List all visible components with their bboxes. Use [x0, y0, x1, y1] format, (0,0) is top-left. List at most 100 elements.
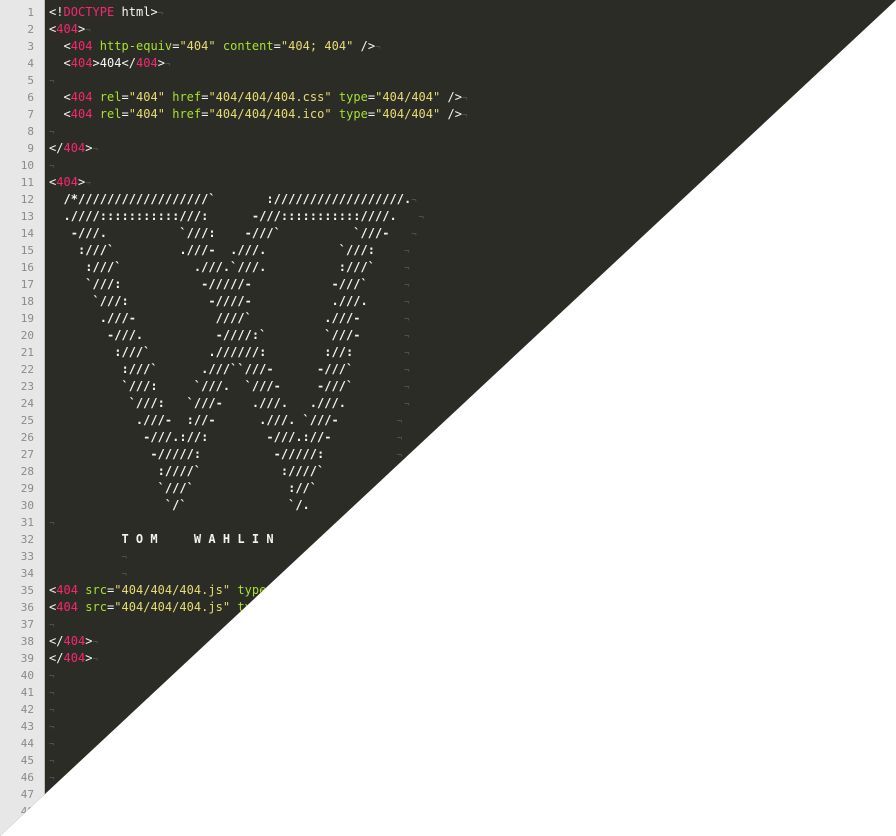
line-number: 43	[20, 720, 34, 733]
code-line[interactable]: ¬	[49, 701, 54, 718]
code-line[interactable]: <404 rel="404" href="404/404/404.css" ty…	[49, 89, 468, 106]
code-token: 404	[70, 56, 93, 70]
code-token: src	[77, 600, 107, 614]
line-number: 38	[20, 635, 34, 648]
code-line[interactable]: ¬	[49, 514, 54, 531]
code-token: content	[215, 39, 274, 53]
line-number: 29	[20, 482, 34, 495]
code-token: </	[49, 651, 64, 665]
code-line[interactable]: `///: -////- .///. ¬	[49, 293, 409, 310]
code-token: DOCTYPE	[63, 5, 115, 19]
code-line[interactable]: </404>¬	[49, 650, 98, 667]
code-line[interactable]: `/` `/. ¬	[49, 497, 388, 514]
code-line[interactable]: :///` .///.`///. :///` ¬	[49, 259, 409, 276]
code-line[interactable]: <!DOCTYPE html>¬	[49, 4, 163, 21]
code-line[interactable]: ¬	[49, 548, 127, 565]
code-line[interactable]: ¬	[49, 123, 54, 140]
code-line[interactable]: </404>¬	[49, 633, 98, 650]
end-of-line-marker: ¬	[404, 264, 410, 274]
code-line[interactable]: .////:::::::::::///: -///:::::::::::////…	[49, 208, 424, 225]
code-line[interactable]: <404>¬	[49, 174, 91, 191]
code-line[interactable]: ¬	[49, 752, 54, 769]
code-line[interactable]: </404>¬	[49, 140, 98, 157]
code-line[interactable]: ¬	[49, 786, 54, 803]
code-line[interactable]: `///: -/////- -///` ¬	[49, 276, 409, 293]
code-token: =	[367, 107, 376, 121]
line-number: 19	[20, 312, 34, 325]
code-line[interactable]: -/////: -/////: ¬	[49, 446, 402, 463]
code-line[interactable]: :///` .//////: ://: ¬	[49, 344, 409, 361]
line-number: 25	[20, 414, 34, 427]
code-line[interactable]: :///` .///``///- -///` ¬	[49, 361, 409, 378]
code-line[interactable]: -///.://: -///.://- ¬	[49, 429, 402, 446]
code-token: "404"	[179, 39, 216, 53]
line-number: 4	[27, 57, 34, 70]
end-of-line-marker: ¬	[49, 77, 55, 87]
line-number: 44	[20, 737, 34, 750]
code-line[interactable]: -///. -////:` `///- ¬	[49, 327, 409, 344]
code-line[interactable]: ¬	[49, 616, 54, 633]
code-line[interactable]: :///` .///- .///. `///: ¬	[49, 242, 409, 259]
code-line[interactable]: `///: `///. `///- -///` ¬	[49, 378, 409, 395]
code-token: -///. `///: -///` `///-	[49, 226, 412, 240]
code-token: 404	[56, 175, 78, 189]
code-line[interactable]: ¬	[49, 735, 54, 752]
code-line[interactable]: <404>¬	[49, 21, 91, 38]
code-line[interactable]: `///: `///- .///. .///. ¬	[49, 395, 410, 412]
code-line[interactable]: <404 src="404/404/404.js" type="404/404"…	[49, 582, 395, 599]
code-editor[interactable]: 1 2 3 4 5 6 7 8 9 10 11 12 13 14 15 16 17 18 19 20 21 22 23 24 2…	[0, 0, 896, 836]
code-token: </	[49, 634, 64, 648]
end-of-line-marker: ¬	[389, 587, 395, 597]
code-line[interactable]: .///- ////` .///- ¬	[49, 310, 410, 327]
code-line[interactable]: ¬	[49, 667, 54, 684]
code-token: 404	[135, 56, 158, 70]
code-token: >	[150, 5, 158, 19]
code-line[interactable]: /*//////////////////` ://///////////////…	[49, 191, 417, 208]
code-line[interactable]: ¬	[49, 684, 54, 701]
code-line[interactable]: :////` :////` ¬	[49, 463, 403, 480]
code-token: 404	[70, 90, 93, 104]
code-token: <	[63, 56, 71, 70]
code-line[interactable]: T O M W A H L I N ¬	[49, 531, 344, 548]
code-line[interactable]: ¬	[49, 72, 54, 89]
code-line[interactable]: ¬	[49, 565, 127, 582]
code-token: >	[92, 56, 100, 70]
code-line[interactable]: ¬	[49, 157, 54, 174]
end-of-line-marker: ¬	[85, 26, 91, 36]
code-line[interactable]: <404 src="404/404/404.js" type="404/404"…	[49, 599, 395, 616]
code-token: "404"	[128, 107, 165, 121]
code-token: =	[121, 107, 129, 121]
code-line[interactable]: <404 rel="404" href="404/404/404.ico" ty…	[49, 106, 468, 123]
line-number: 45	[20, 754, 34, 767]
end-of-line-marker: ¬	[49, 621, 55, 631]
code-token: 404	[56, 583, 78, 597]
code-token: "404; 404"	[280, 39, 354, 53]
end-of-line-marker: ¬	[404, 366, 410, 376]
code-line[interactable]: <404>404</404>¬	[49, 55, 171, 72]
line-number: 28	[20, 465, 34, 478]
code-token: /*//////////////////` ://///////////////…	[49, 192, 412, 206]
code-line[interactable]: `///` ://` ¬	[49, 480, 395, 497]
code-token: =	[273, 39, 281, 53]
code-token: .////:::::::::::///: -///:::::::::::////…	[49, 209, 419, 223]
code-line[interactable]: ¬	[49, 803, 54, 820]
code-line[interactable]: ¬	[49, 718, 54, 735]
end-of-line-marker: ¬	[382, 502, 388, 512]
code-token: T O M W A H L I N	[49, 532, 339, 546]
code-token: 404	[56, 22, 78, 36]
code-line[interactable]: .///- ://- .///. `///- ¬	[49, 412, 402, 429]
line-number: 18	[20, 295, 34, 308]
code-line[interactable]: ¬	[49, 769, 54, 786]
code-token: src	[77, 583, 107, 597]
code-line[interactable]: -///. `///: -///` `///- ¬	[49, 225, 417, 242]
line-number: 48	[20, 805, 34, 818]
code-token: :////` :////`	[49, 464, 397, 478]
code-token: `/` `/.	[49, 498, 383, 512]
code-line[interactable]: <404 http-equiv="404" content="404; 404"…	[49, 38, 381, 55]
end-of-line-marker: ¬	[404, 281, 410, 291]
end-of-line-marker: ¬	[404, 247, 410, 257]
end-of-line-marker: ¬	[121, 570, 127, 580]
line-number: 11	[20, 176, 34, 189]
